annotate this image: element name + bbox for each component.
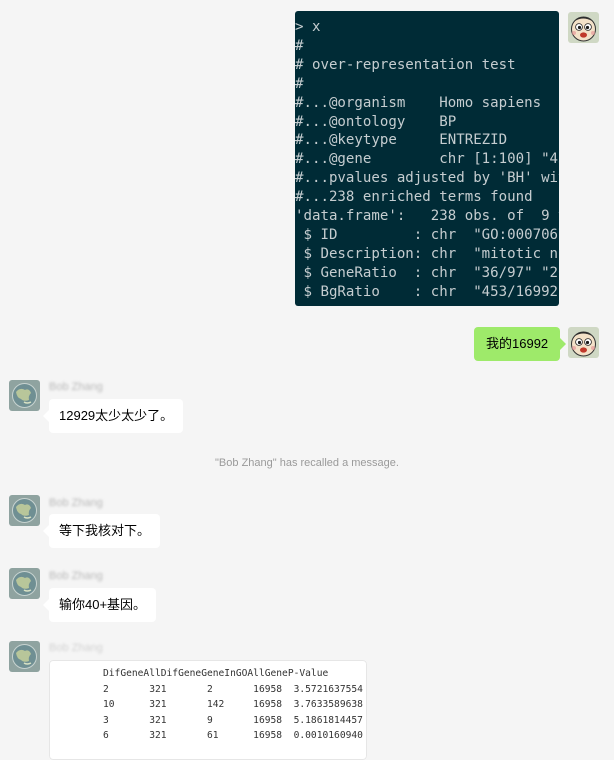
terminal-line: #...@organism Homo sapiens xyxy=(295,94,542,111)
terminal-line: 'data.frame': 238 obs. of 9 va xyxy=(295,208,559,225)
my-avatar-icon[interactable] xyxy=(568,12,599,43)
my-message-text: 我的16992 xyxy=(486,336,549,351)
contact-message-text: 12929太少太少了。 xyxy=(59,408,174,423)
terminal-line: #...238 enriched terms found xyxy=(295,189,533,206)
table-row: 3 321 9 16958 5.1861814457 xyxy=(103,714,363,726)
terminal-line: $ GeneRatio : chr "36/97" "26/ xyxy=(295,264,559,281)
contact-name: Bob Zhang xyxy=(49,497,103,509)
terminal-line: #...@ontology BP xyxy=(295,113,457,130)
terminal-line: # xyxy=(295,37,304,54)
terminal-screenshot-message[interactable]: > x # # over-representation test # #...@orga… xyxy=(295,11,559,306)
contact-avatar-icon[interactable] xyxy=(9,568,40,599)
terminal-output: > x # # over-representation test # #...@orga… xyxy=(295,11,559,302)
terminal-line: $ BgRatio : chr "453/16992" xyxy=(295,283,559,300)
terminal-line: > x xyxy=(295,19,321,35)
terminal-line: #...@gene chr [1:100] "431 xyxy=(295,151,559,168)
terminal-line: # xyxy=(295,75,304,92)
table-row: 6 321 61 16958 0.0010160940 xyxy=(103,730,363,742)
terminal-line: $ Description: chr "mitotic nuc xyxy=(295,245,559,262)
contact-message-bubble[interactable]: 12929太少太少了。 xyxy=(42,399,184,433)
contact-message-text: 等下我核对下。 xyxy=(59,523,151,538)
table-row: 10 321 142 16958 3.7633589638 xyxy=(103,699,363,711)
table-header: DifGeneAllDifGeneGeneInGOAllGeneP-Value xyxy=(103,668,329,679)
contact-name: Bob Zhang xyxy=(49,381,103,393)
contact-message-bubble[interactable]: 输你40+基因。 xyxy=(42,588,157,622)
table-row: 2 321 2 16958 3.5721637554 xyxy=(103,683,363,695)
recall-notice: "Bob Zhang" has recalled a message. xyxy=(215,457,399,469)
contact-avatar-icon[interactable] xyxy=(9,641,40,672)
contact-avatar-icon[interactable] xyxy=(9,380,40,411)
contact-name: Bob Zhang xyxy=(49,642,103,654)
terminal-line: # over-representation test xyxy=(295,56,516,73)
contact-name: Bob Zhang xyxy=(49,570,103,582)
contact-message-text: 输你40+基因。 xyxy=(59,597,147,612)
terminal-line: $ ID : chr "GO:0007067" xyxy=(295,226,559,243)
table-image-message[interactable]: DifGeneAllDifGeneGeneInGOAllGeneP-Value 2… xyxy=(49,660,367,760)
contact-message-bubble[interactable]: 等下我核对下。 xyxy=(42,514,161,548)
terminal-line: #...@keytype ENTREZID xyxy=(295,132,508,149)
my-message-bubble[interactable]: 我的16992 xyxy=(474,327,567,361)
my-avatar-icon[interactable] xyxy=(568,327,599,358)
terminal-line: #...pvalues adjusted by 'BH' with xyxy=(295,170,559,187)
results-table: DifGeneAllDifGeneGeneInGOAllGeneP-Value 2… xyxy=(103,666,363,744)
contact-avatar-icon[interactable] xyxy=(9,495,40,526)
